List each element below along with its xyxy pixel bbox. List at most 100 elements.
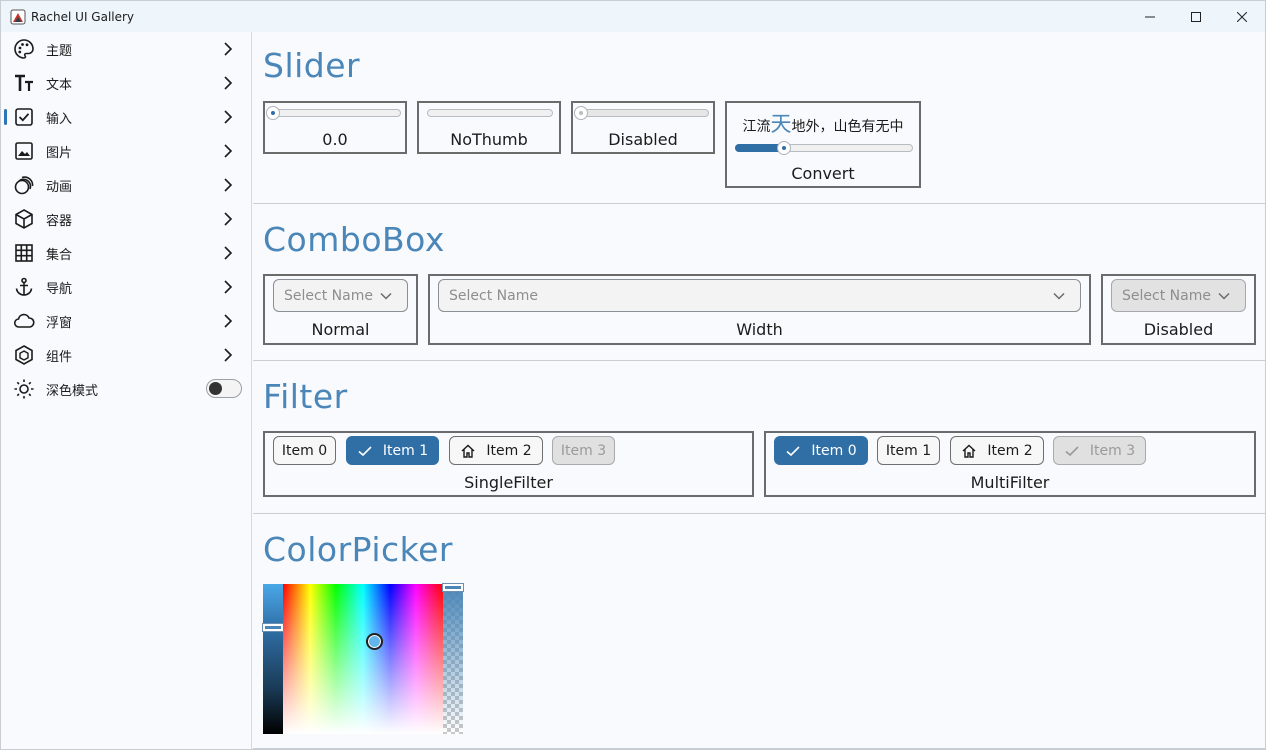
chevron-right-icon <box>224 110 233 124</box>
slider-box-disabled: Disabled <box>571 101 715 154</box>
colorpicker-alpha-handle[interactable] <box>442 583 464 592</box>
sidebar: 主题 文本 输入 图片 动画 容器 集合 导航 浮窗 组件 深色模式 <box>1 32 252 749</box>
sidebar-item-container[interactable]: 容器 <box>1 202 251 236</box>
anchor-icon <box>15 277 33 296</box>
slider-thumb <box>574 106 588 120</box>
dark-mode-label: 深色模式 <box>46 383 99 399</box>
cloud-icon <box>13 313 35 328</box>
section-divider <box>253 203 1265 204</box>
maximize-icon <box>1191 11 1201 22</box>
colorpicker-cursor[interactable] <box>366 633 383 650</box>
combobox-placeholder: Select Name <box>1122 288 1211 304</box>
filter-box-single: Item 0 Item 1 Item 2 Item 3 SingleFilter <box>263 431 754 497</box>
sidebar-item-collection[interactable]: 集合 <box>1 236 251 270</box>
dark-mode-row: 深色模式 <box>1 372 251 406</box>
chevron-down-icon <box>380 292 392 300</box>
sidebar-item-label: 组件 <box>46 349 73 365</box>
slider-thumb[interactable] <box>266 106 280 120</box>
slider-track[interactable] <box>269 109 401 117</box>
slider-track <box>577 109 709 117</box>
sun-icon <box>14 379 34 399</box>
chip-label: Item 3 <box>1089 442 1136 459</box>
chip-label: Item 2 <box>987 442 1033 459</box>
filter-chip-item-0[interactable]: Item 0 <box>273 436 336 465</box>
slider-thumb[interactable] <box>777 141 791 155</box>
sidebar-item-label: 容器 <box>46 213 73 229</box>
filter-chip-item-2[interactable]: Item 2 <box>449 436 543 465</box>
combobox-placeholder: Select Name <box>449 288 538 304</box>
sidebar-item-label: 集合 <box>46 247 73 263</box>
section-title-colorpicker: ColorPicker <box>263 530 453 569</box>
chevron-right-icon <box>224 144 233 158</box>
colorpicker-value-slider[interactable] <box>263 584 283 734</box>
chip-label: Item 3 <box>560 442 607 459</box>
filter-chip-item-2[interactable]: Item 2 <box>950 436 1044 465</box>
cube-icon <box>15 209 33 229</box>
close-button[interactable] <box>1219 1 1265 32</box>
combobox-normal[interactable]: Select Name <box>273 279 408 312</box>
header-text-post: 地外，山色有无中 <box>791 119 904 135</box>
colorpicker-value-handle[interactable] <box>262 623 284 632</box>
sidebar-item-animation[interactable]: 动画 <box>1 168 251 202</box>
section-title-slider: Slider <box>263 46 361 85</box>
close-icon <box>1237 11 1247 22</box>
section-divider <box>253 360 1265 361</box>
combobox-label: Disabled <box>1143 320 1214 339</box>
text-icon <box>15 74 33 91</box>
sidebar-item-label: 动画 <box>46 179 73 195</box>
slider-box-convert: 江流天地外，山色有无中 Convert <box>725 101 921 188</box>
combobox-placeholder: Select Name <box>284 288 373 304</box>
filter-label: SingleFilter <box>464 473 553 492</box>
check-icon <box>786 445 800 456</box>
chevron-right-icon <box>224 348 233 362</box>
filter-chip-item-1[interactable]: Item 1 <box>877 436 940 465</box>
sidebar-item-text[interactable]: 文本 <box>1 66 251 100</box>
slider-convert-header: 江流天地外，山色有无中 <box>727 108 919 138</box>
minimize-icon <box>1145 16 1155 17</box>
window-title: Rachel UI Gallery <box>31 9 135 24</box>
combobox-width[interactable]: Select Name <box>438 279 1081 312</box>
chevron-right-icon <box>224 280 233 294</box>
slider-track[interactable] <box>427 109 553 117</box>
chip-label: Item 1 <box>885 442 932 459</box>
app-logo-icon <box>10 9 26 24</box>
combobox-box-disabled: Select Name Disabled <box>1101 274 1256 345</box>
sidebar-item-image[interactable]: 图片 <box>1 134 251 168</box>
filter-label: MultiFilter <box>970 473 1050 492</box>
header-text-highlight: 天 <box>770 112 792 136</box>
chip-label: Item 0 <box>811 442 857 459</box>
maximize-button[interactable] <box>1173 1 1219 32</box>
filter-chip-item-0[interactable]: Item 0 <box>774 436 868 465</box>
combobox-label: Normal <box>311 320 370 339</box>
image-icon <box>15 142 33 160</box>
chevron-down-icon <box>1218 292 1230 300</box>
sidebar-item-navigation[interactable]: 导航 <box>1 270 251 304</box>
sidebar-item-input[interactable]: 输入 <box>1 100 251 134</box>
section-divider <box>253 513 1265 514</box>
colorpicker-spectrum[interactable] <box>283 584 443 734</box>
sidebar-item-flyout[interactable]: 浮窗 <box>1 304 251 338</box>
combobox-label: Width <box>736 320 783 339</box>
header-text-pre: 江流 <box>742 119 771 135</box>
chip-label: Item 2 <box>486 442 532 459</box>
combobox-disabled: Select Name <box>1111 279 1246 312</box>
chevron-right-icon <box>224 314 233 328</box>
chevron-right-icon <box>224 212 233 226</box>
sidebar-item-label: 输入 <box>46 111 73 127</box>
chevron-right-icon <box>224 42 233 56</box>
filter-box-multi: Item 0 Item 1 Item 2 Item 3 MultiFilter <box>764 431 1256 497</box>
filter-chip-item-1[interactable]: Item 1 <box>346 436 439 465</box>
sidebar-item-component[interactable]: 组件 <box>1 338 251 372</box>
sidebar-item-theme[interactable]: 主题 <box>1 32 251 66</box>
checkbox-icon <box>15 108 33 126</box>
chip-label: Item 0 <box>281 442 328 459</box>
grid-icon <box>15 244 33 262</box>
dark-mode-toggle[interactable] <box>206 379 242 398</box>
sidebar-item-label: 浮窗 <box>46 315 73 331</box>
slider-label: NoThumb <box>450 130 528 149</box>
slider-box-nothumb: NoThumb <box>417 101 561 154</box>
home-icon <box>962 444 976 458</box>
minimize-button[interactable] <box>1127 1 1173 32</box>
chevron-right-icon <box>224 76 233 90</box>
title-bar: Rachel UI Gallery <box>1 1 1265 32</box>
